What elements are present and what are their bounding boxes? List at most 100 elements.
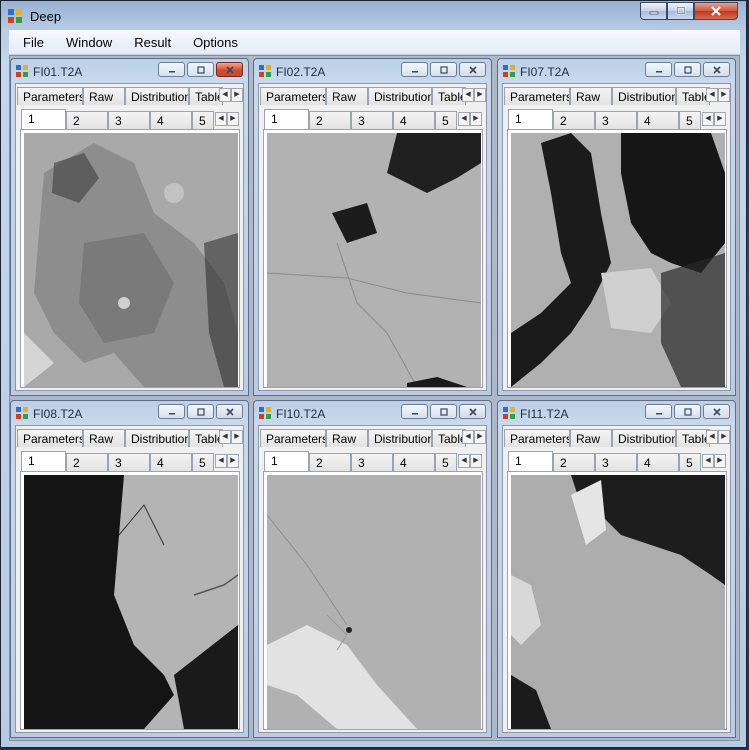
child-minimize-button[interactable] (645, 62, 672, 77)
child-window-4[interactable]: FI08.T2A Parameters Raw Distribution Tab… (10, 400, 249, 738)
child-minimize-button[interactable] (645, 404, 672, 419)
page-tab-1[interactable]: 1 (21, 109, 66, 129)
tab-table[interactable]: Table (432, 429, 466, 447)
child-window-2[interactable]: FI02.T2A Parameters Raw Distribution Tab… (253, 58, 492, 396)
child-title-bar[interactable]: FI08.T2A (11, 401, 248, 425)
child-maximize-button[interactable] (187, 404, 214, 419)
tab-scroll-right[interactable]: ▶ (718, 88, 730, 102)
page-scroll-right[interactable]: ▶ (714, 454, 726, 468)
page-tab-5[interactable]: 5 (192, 453, 214, 471)
micrograph-image[interactable] (24, 133, 238, 387)
page-tab-2[interactable]: 2 (66, 111, 108, 129)
page-scroll-left[interactable]: ◀ (702, 112, 714, 126)
tab-distribution[interactable]: Distribution (125, 87, 189, 105)
tab-table[interactable]: Table (676, 429, 710, 447)
tab-parameters[interactable]: Parameters (260, 429, 326, 447)
tab-distribution[interactable]: Distribution (125, 429, 189, 447)
micrograph-image[interactable] (267, 475, 481, 729)
page-tab-3[interactable]: 3 (351, 453, 393, 471)
child-close-button[interactable] (459, 404, 486, 419)
child-title-bar[interactable]: FI10.T2A (254, 401, 491, 425)
page-tab-5[interactable]: 5 (192, 111, 214, 129)
tab-distribution[interactable]: Distribution (612, 429, 676, 447)
page-scroll-left[interactable]: ◀ (215, 454, 227, 468)
page-tab-2[interactable]: 2 (309, 111, 351, 129)
child-close-button[interactable] (703, 404, 730, 419)
child-window-6[interactable]: FI11.T2A Parameters Raw Distribution Tab… (497, 400, 736, 738)
child-window-1[interactable]: FI01.T2A Parameters Raw Distribution Tab… (10, 58, 249, 396)
child-maximize-button[interactable] (674, 62, 701, 77)
micrograph-image[interactable] (267, 133, 481, 387)
page-tab-2[interactable]: 2 (553, 453, 595, 471)
page-tab-4[interactable]: 4 (637, 453, 679, 471)
tab-parameters[interactable]: Parameters (260, 87, 326, 105)
page-tab-5[interactable]: 5 (679, 453, 701, 471)
child-minimize-button[interactable] (158, 404, 185, 419)
page-scroll-right[interactable]: ▶ (227, 112, 239, 126)
child-title-bar[interactable]: FI02.T2A (254, 59, 491, 83)
child-title-bar[interactable]: FI07.T2A (498, 59, 735, 83)
child-maximize-button[interactable] (430, 404, 457, 419)
tab-parameters[interactable]: Parameters (504, 429, 570, 447)
page-tab-3[interactable]: 3 (108, 453, 150, 471)
maximize-button[interactable] (667, 2, 694, 20)
tab-scroll-left[interactable]: ◀ (219, 88, 231, 102)
child-close-button[interactable] (703, 62, 730, 77)
child-maximize-button[interactable] (674, 404, 701, 419)
tab-distribution[interactable]: Distribution (612, 87, 676, 105)
tab-table[interactable]: Table (189, 429, 223, 447)
page-tab-3[interactable]: 3 (595, 111, 637, 129)
tab-table[interactable]: Table (189, 87, 223, 105)
page-tab-5[interactable]: 5 (679, 111, 701, 129)
child-minimize-button[interactable] (401, 404, 428, 419)
page-tab-4[interactable]: 4 (393, 111, 435, 129)
micrograph-image[interactable] (511, 475, 725, 729)
tab-scroll-right[interactable]: ▶ (231, 430, 243, 444)
tab-distribution[interactable]: Distribution (368, 87, 432, 105)
child-minimize-button[interactable] (158, 62, 185, 77)
child-title-bar[interactable]: FI01.T2A (11, 59, 248, 83)
page-tab-4[interactable]: 4 (150, 111, 192, 129)
page-scroll-right[interactable]: ▶ (470, 454, 482, 468)
page-scroll-right[interactable]: ▶ (470, 112, 482, 126)
menu-result[interactable]: Result (120, 35, 179, 50)
page-tab-5[interactable]: 5 (435, 453, 457, 471)
child-close-button[interactable] (216, 404, 243, 419)
tab-scroll-left[interactable]: ◀ (462, 88, 474, 102)
child-window-3[interactable]: FI07.T2A Parameters Raw Distribution Tab… (497, 58, 736, 396)
page-tab-5[interactable]: 5 (435, 111, 457, 129)
menu-file[interactable]: File (9, 35, 52, 50)
page-tab-4[interactable]: 4 (393, 453, 435, 471)
tab-scroll-left[interactable]: ◀ (462, 430, 474, 444)
page-tab-1[interactable]: 1 (508, 451, 553, 471)
page-tab-1[interactable]: 1 (21, 451, 66, 471)
micrograph-image[interactable] (511, 133, 725, 387)
tab-raw[interactable]: Raw (570, 429, 612, 447)
page-tab-3[interactable]: 3 (595, 453, 637, 471)
child-maximize-button[interactable] (430, 62, 457, 77)
tab-scroll-left[interactable]: ◀ (706, 430, 718, 444)
page-scroll-left[interactable]: ◀ (215, 112, 227, 126)
page-tab-1[interactable]: 1 (508, 109, 553, 129)
child-close-button[interactable] (459, 62, 486, 77)
tab-scroll-right[interactable]: ▶ (718, 430, 730, 444)
tab-scroll-right[interactable]: ▶ (474, 88, 486, 102)
menu-window[interactable]: Window (52, 35, 120, 50)
child-title-bar[interactable]: FI11.T2A (498, 401, 735, 425)
tab-scroll-right[interactable]: ▶ (474, 430, 486, 444)
tab-table[interactable]: Table (676, 87, 710, 105)
tab-parameters[interactable]: Parameters (17, 87, 83, 105)
tab-raw[interactable]: Raw (570, 87, 612, 105)
page-scroll-left[interactable]: ◀ (702, 454, 714, 468)
tab-scroll-left[interactable]: ◀ (219, 430, 231, 444)
child-maximize-button[interactable] (187, 62, 214, 77)
tab-scroll-right[interactable]: ▶ (231, 88, 243, 102)
page-tab-4[interactable]: 4 (150, 453, 192, 471)
tab-raw[interactable]: Raw (83, 87, 125, 105)
page-tab-4[interactable]: 4 (637, 111, 679, 129)
child-minimize-button[interactable] (401, 62, 428, 77)
page-tab-1[interactable]: 1 (264, 451, 309, 471)
page-scroll-right[interactable]: ▶ (227, 454, 239, 468)
page-tab-2[interactable]: 2 (66, 453, 108, 471)
page-tab-1[interactable]: 1 (264, 109, 309, 129)
